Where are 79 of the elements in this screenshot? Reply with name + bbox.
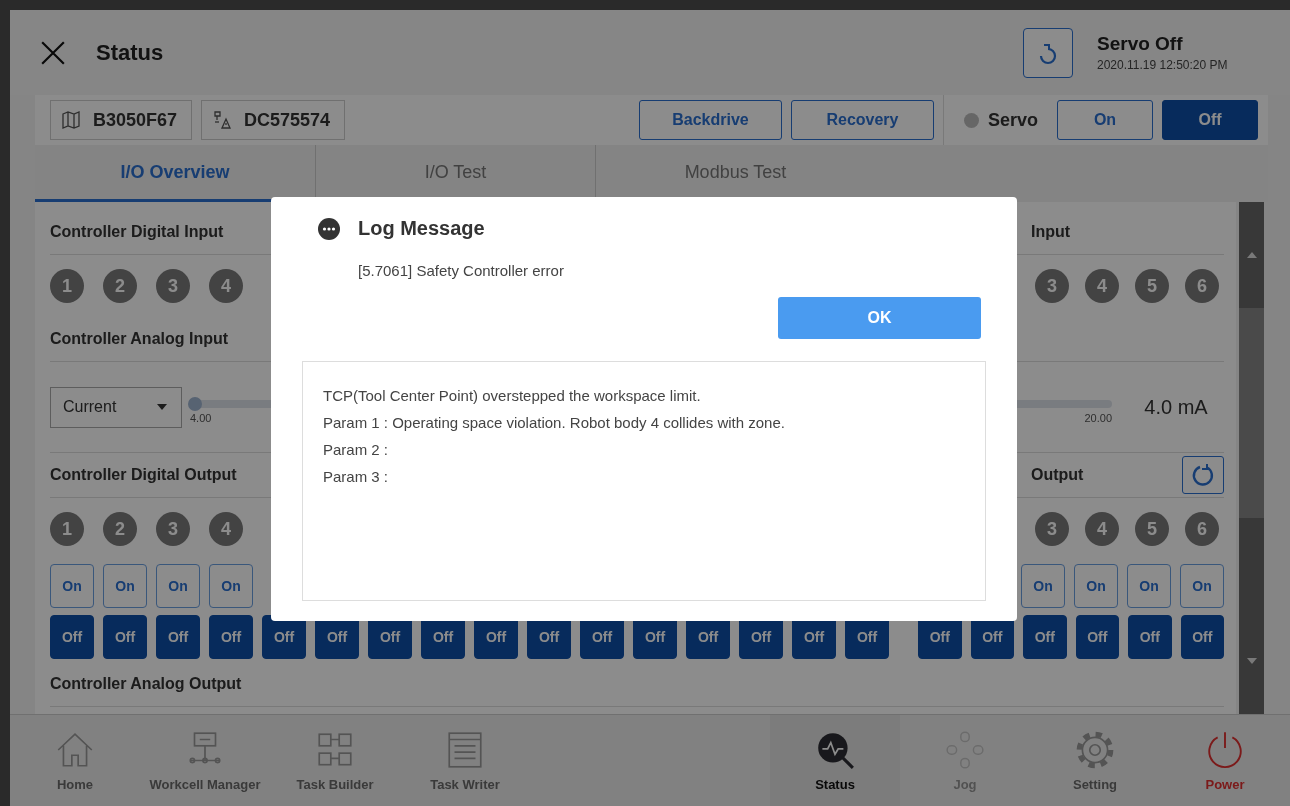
io-toggle[interactable]: Off [1180,614,1224,659]
action-button[interactable]: Recovery [790,100,934,140]
caret-icon [157,404,167,410]
io-indicator: 5 [1135,269,1169,303]
section-heading: Controller Analog Output [50,675,242,693]
io-toggle[interactable]: On [1127,563,1171,608]
io-toggle[interactable]: On [156,563,200,608]
io-indicator: 4 [1085,269,1119,303]
close-icon[interactable] [40,39,66,66]
slider-min: 4.00 [190,412,212,424]
detail-line: Param 2 : [323,440,389,460]
io-indicator: 6 [1185,512,1219,546]
io-indicator: 3 [1035,512,1069,546]
nav-item[interactable]: Workcell Manager [140,715,270,806]
refresh-icon [1191,463,1215,487]
scroll-down-icon[interactable] [1246,658,1257,664]
nav-item[interactable]: Task Builder [270,715,400,806]
detail-line: TCP(Tool Center Point) overstepped the workspace limit. [323,386,701,406]
section-heading: Output [1031,466,1084,484]
io-toggle[interactable]: On [50,563,94,608]
datetime: 2020.11.19 12:50:20 PM [1097,58,1229,72]
settings-icon [1074,729,1116,771]
io-indicator: 3 [1035,269,1069,303]
id-chip: B3050F67 [50,100,193,140]
dialog-title: Log Message [358,217,485,240]
io-toggle[interactable]: Off [1023,614,1067,659]
book-icon [61,110,81,130]
servo-toggle[interactable]: On [1057,100,1153,140]
section-heading: Controller Digital Input [50,223,224,241]
io-indicator: 2 [103,269,137,303]
section-heading: Controller Digital Output [50,466,237,484]
io-indicator: 4 [1085,512,1119,546]
more-icon [318,217,340,240]
nav-item[interactable]: Task Writer [400,715,530,806]
section-heading: Input [1031,223,1071,241]
section-heading: Controller Analog Input [50,330,229,348]
io-toggle[interactable]: Off [209,614,253,659]
io-toggle[interactable]: Off [156,614,200,659]
nav-item[interactable]: Home [10,715,140,806]
mode-dropdown[interactable]: Current [50,386,182,428]
io-toggle[interactable]: On [1074,563,1118,608]
io-indicator: 2 [103,512,137,546]
nav-item[interactable]: Status [770,715,900,806]
io-indicator: 3 [156,269,190,303]
error-summary: [5.7061] Safety Controller error [358,262,565,279]
io-indicator: 1 [50,269,84,303]
io-toggle[interactable]: On [103,563,147,608]
scrollbar[interactable] [1239,202,1264,714]
scroll-up-icon[interactable] [1246,252,1257,258]
detail-line: Param 1 : Operating space violation. Robot body 4 collides with zone. [323,413,785,433]
io-indicator: 4 [209,269,243,303]
io-indicator: 4 [209,512,243,546]
io-toggle[interactable]: On [209,563,253,608]
io-toggle[interactable]: Off [1128,614,1172,659]
page-title: Status [96,39,164,66]
nav-item[interactable]: Power [1160,715,1290,806]
id-chip: DC575574 [201,100,346,140]
io-toggle[interactable]: Off [50,614,94,659]
io-toggle[interactable]: On [1021,563,1065,608]
io-toggle[interactable]: On [1180,563,1224,608]
ok-button[interactable]: OK [778,297,981,339]
slider-thumb[interactable] [188,397,202,411]
slider-max: 20.00 [1084,412,1112,424]
analog-reading: 4.0 mA [1143,395,1209,419]
io-toggle[interactable]: Off [1075,614,1119,659]
action-button[interactable]: Backdrive [638,100,782,140]
servo-status: Servo Off [1097,33,1184,55]
servo-label: Servo [987,109,1038,131]
tool-icon [212,110,233,130]
detail-line: Param 3 : [323,467,389,487]
servo-toggle[interactable]: Off [1162,100,1258,140]
refresh-button[interactable] [1182,456,1224,494]
io-indicator: 3 [156,512,190,546]
io-indicator: 6 [1185,269,1219,303]
nav-item[interactable]: Setting [1030,715,1160,806]
io-indicator: 1 [50,512,84,546]
reset-button[interactable] [1023,27,1073,78]
io-indicator: 5 [1135,512,1169,546]
io-toggle[interactable]: Off [103,614,147,659]
